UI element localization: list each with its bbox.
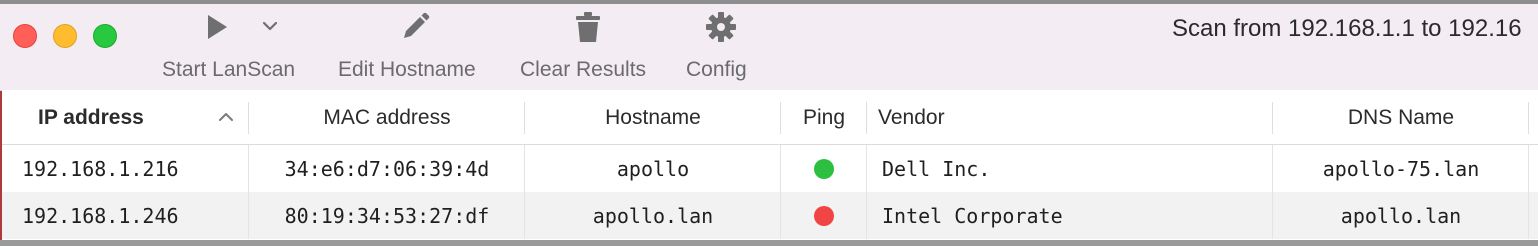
start-lanscan-label: Start LanScan	[162, 58, 296, 81]
column-divider	[866, 145, 867, 192]
gear-icon	[704, 10, 738, 44]
table-row[interactable]: 192.168.1.216 34:e6:d7:06:39:4d apollo D…	[2, 145, 1538, 192]
hostname-cell: apollo	[616, 157, 690, 181]
dns-cell: apollo.lan	[1340, 204, 1462, 228]
edit-hostname-button[interactable]: Edit Hostname	[336, 4, 496, 90]
column-separator[interactable]	[248, 102, 249, 134]
mac-cell: 34:e6:d7:06:39:4d	[284, 157, 490, 181]
column-divider	[1272, 145, 1273, 192]
table-row[interactable]: 192.168.1.246 80:19:34:53:27:df apollo.l…	[2, 192, 1538, 239]
window-bottom-border	[0, 240, 1538, 246]
column-separator[interactable]	[1272, 102, 1273, 134]
lanscan-window: Start LanScan Edit Hostname Clear Result…	[0, 0, 1538, 246]
dns-cell: apollo-75.lan	[1322, 157, 1480, 181]
column-header-ping[interactable]: Ping	[782, 90, 866, 144]
play-icon	[204, 10, 230, 44]
start-lanscan-button[interactable]: Start LanScan	[160, 4, 312, 90]
clear-results-button[interactable]: Clear Results	[518, 4, 662, 90]
column-separator[interactable]	[524, 102, 525, 134]
column-separator[interactable]	[866, 102, 867, 134]
vendor-cell: Dell Inc.	[882, 157, 991, 181]
column-divider	[248, 192, 249, 239]
column-divider	[866, 192, 867, 239]
chevron-up-icon[interactable]	[218, 110, 234, 128]
column-header-vendor[interactable]: Vendor	[878, 90, 945, 144]
config-label: Config	[686, 58, 747, 81]
column-divider	[524, 145, 525, 192]
column-header-ip[interactable]: IP address	[38, 90, 144, 144]
column-divider	[780, 192, 781, 239]
chevron-down-icon[interactable]	[260, 18, 280, 34]
vendor-cell: Intel Corporate	[882, 204, 1063, 228]
column-divider	[780, 145, 781, 192]
ping-status-dot	[814, 206, 834, 226]
close-window-button[interactable]	[13, 24, 37, 48]
column-divider	[524, 192, 525, 239]
column-separator[interactable]	[1528, 102, 1529, 134]
column-divider	[1528, 145, 1529, 192]
hostname-cell: apollo.lan	[592, 204, 714, 228]
maximize-window-button[interactable]	[93, 24, 117, 48]
trash-icon	[574, 10, 602, 44]
ip-cell: 192.168.1.216	[22, 157, 179, 181]
config-button[interactable]: Config	[684, 4, 760, 90]
column-separator[interactable]	[780, 102, 781, 134]
column-header-mac[interactable]: MAC address	[250, 90, 524, 144]
toolbar: Start LanScan Edit Hostname Clear Result…	[0, 4, 1538, 91]
clear-results-label: Clear Results	[520, 58, 647, 81]
ip-cell: 192.168.1.246	[22, 204, 179, 228]
pencil-icon	[398, 10, 432, 44]
column-header-hostname[interactable]: Hostname	[526, 90, 780, 144]
minimize-window-button[interactable]	[53, 24, 77, 48]
table-header: IP address MAC address Hostname Ping Ven…	[2, 90, 1538, 145]
column-divider	[1528, 192, 1529, 239]
scan-range-title: Scan from 192.168.1.1 to 192.16	[1172, 15, 1522, 42]
column-divider	[248, 145, 249, 192]
ping-status-dot	[814, 159, 834, 179]
column-divider	[1272, 192, 1273, 239]
mac-cell: 80:19:34:53:27:df	[284, 204, 490, 228]
column-header-dns[interactable]: DNS Name	[1274, 90, 1528, 144]
edit-hostname-label: Edit Hostname	[338, 58, 476, 81]
